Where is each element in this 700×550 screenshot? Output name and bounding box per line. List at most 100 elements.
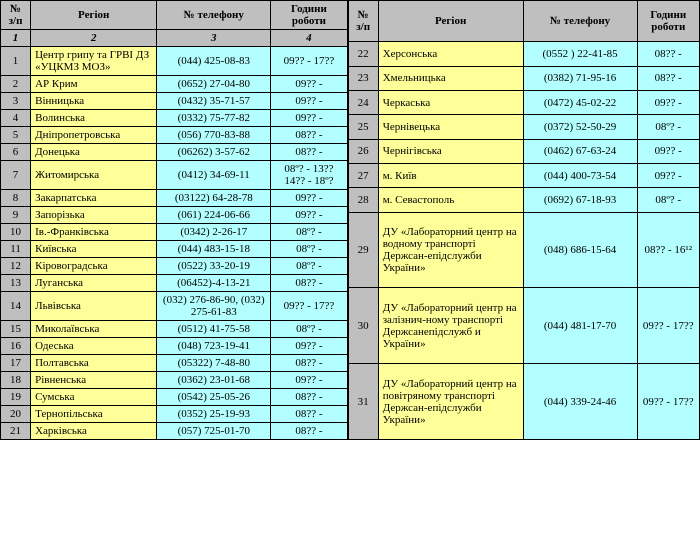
colnum-2: 2 bbox=[31, 30, 157, 47]
row-region: Закарпатська bbox=[31, 190, 157, 207]
row-num: 3 bbox=[1, 93, 31, 110]
hdr-num: № з/п bbox=[348, 1, 378, 42]
row-num: 6 bbox=[1, 144, 31, 161]
row-region: Дніпропетровська bbox=[31, 127, 157, 144]
row-region: Київська bbox=[31, 241, 157, 258]
table-row: 13Луганська(06452)-4-13-2108?? - bbox=[1, 275, 348, 292]
row-phone: (0692) 67-18-93 bbox=[523, 188, 637, 212]
table-row: 8Закарпатська(03122) 64-28-7809?? - bbox=[1, 190, 348, 207]
row-region: Запорізька bbox=[31, 207, 157, 224]
table-row: 1Центр грипу та ГРВІ ДЗ «УЦКМЗ МОЗ»(044)… bbox=[1, 47, 348, 76]
row-hours: 08º? - bbox=[637, 115, 699, 139]
row-phone: (056) 770-83-88 bbox=[157, 127, 271, 144]
table-row: 22Херсонська(0552 ) 22-41-8508?? - bbox=[348, 42, 699, 66]
row-region: ДУ «Лабораторний центр на водному трансп… bbox=[378, 212, 523, 288]
row-hours: 09?? - bbox=[271, 93, 347, 110]
row-phone: (044) 425-08-83 bbox=[157, 47, 271, 76]
row-num: 11 bbox=[1, 241, 31, 258]
row-region: Черкаська bbox=[378, 91, 523, 115]
row-phone: (044) 400-73-54 bbox=[523, 163, 637, 187]
row-num: 10 bbox=[1, 224, 31, 241]
row-num: 29 bbox=[348, 212, 378, 288]
table-row: 16Одеська(048) 723-19-4109?? - bbox=[1, 338, 348, 355]
table-row: 30ДУ «Лабораторний центр на залізнич-ном… bbox=[348, 288, 699, 364]
row-hours: 09?? - 17?? bbox=[637, 364, 699, 440]
table-row: 10Ів.-Франківська(0342) 2-26-1708º? - bbox=[1, 224, 348, 241]
row-region: Ів.-Франківська bbox=[31, 224, 157, 241]
row-region: Волинська bbox=[31, 110, 157, 127]
row-region: Полтавська bbox=[31, 355, 157, 372]
row-hours: 08?? - bbox=[271, 423, 347, 440]
row-phone: (0362) 23-01-68 bbox=[157, 372, 271, 389]
row-phone: (06262) 3-57-62 bbox=[157, 144, 271, 161]
row-region: ДУ «Лабораторний центр на залізнич-ному … bbox=[378, 288, 523, 364]
table-row: 9Запорізька(061) 224-06-6609?? - bbox=[1, 207, 348, 224]
hdr-hours: Години роботи bbox=[271, 1, 347, 30]
row-hours: 09?? - bbox=[271, 338, 347, 355]
page-wrap: № з/п Регіон № телефону Години роботи 1 … bbox=[0, 0, 700, 440]
row-hours: 09?? - bbox=[271, 110, 347, 127]
row-phone: (0432) 35-71-57 bbox=[157, 93, 271, 110]
table-row: 24Черкаська(0472) 45-02-2209?? - bbox=[348, 91, 699, 115]
row-num: 12 bbox=[1, 258, 31, 275]
row-region: Вінницька bbox=[31, 93, 157, 110]
colnum-4: 4 bbox=[271, 30, 347, 47]
row-region: Львівська bbox=[31, 292, 157, 321]
row-num: 24 bbox=[348, 91, 378, 115]
row-phone: (0462) 67-63-24 bbox=[523, 139, 637, 163]
row-hours: 08?? - 16¹² bbox=[637, 212, 699, 288]
row-hours: 08?? - bbox=[271, 144, 347, 161]
row-region: Тернопільська bbox=[31, 406, 157, 423]
row-phone: (0412) 34-69-11 bbox=[157, 161, 271, 190]
row-region: Рівненська bbox=[31, 372, 157, 389]
row-num: 27 bbox=[348, 163, 378, 187]
table-row: 15Миколаївська(0512) 41-75-5808º? - bbox=[1, 321, 348, 338]
row-region: Чернігівська bbox=[378, 139, 523, 163]
row-hours: 08º? - bbox=[271, 224, 347, 241]
row-region: м. Севастополь bbox=[378, 188, 523, 212]
row-region: Центр грипу та ГРВІ ДЗ «УЦКМЗ МОЗ» bbox=[31, 47, 157, 76]
table-row: 31ДУ «Лабораторний центр на повітряному … bbox=[348, 364, 699, 440]
table-row: 19Сумська(0542) 25-05-2608?? - bbox=[1, 389, 348, 406]
row-hours: 09?? - bbox=[637, 139, 699, 163]
row-region: Херсонська bbox=[378, 42, 523, 66]
table-row: 26Чернігівська(0462) 67-63-2409?? - bbox=[348, 139, 699, 163]
row-num: 13 bbox=[1, 275, 31, 292]
row-hours: 08?? - bbox=[637, 66, 699, 90]
row-num: 17 bbox=[1, 355, 31, 372]
table-row: 4Волинська(0332) 75-77-8209?? - bbox=[1, 110, 348, 127]
row-hours: 09?? - 17?? bbox=[271, 292, 347, 321]
row-num: 30 bbox=[348, 288, 378, 364]
row-region: Луганська bbox=[31, 275, 157, 292]
hdr-region: Регіон bbox=[378, 1, 523, 42]
header-row: № з/п Регіон № телефону Години роботи bbox=[1, 1, 348, 30]
row-region: Чернівецька bbox=[378, 115, 523, 139]
row-hours: 08º? - bbox=[271, 241, 347, 258]
row-region: Сумська bbox=[31, 389, 157, 406]
row-phone: (048) 686-15-64 bbox=[523, 212, 637, 288]
row-region: Харківська bbox=[31, 423, 157, 440]
row-phone: (0342) 2-26-17 bbox=[157, 224, 271, 241]
table-row: 14Львівська(032) 276-86-90, (032) 275-61… bbox=[1, 292, 348, 321]
row-num: 22 bbox=[348, 42, 378, 66]
table-row: 2АР Крим(0652) 27-04-8009?? - bbox=[1, 76, 348, 93]
row-num: 14 bbox=[1, 292, 31, 321]
row-region: АР Крим bbox=[31, 76, 157, 93]
row-num: 19 bbox=[1, 389, 31, 406]
row-hours: 08?? - bbox=[271, 389, 347, 406]
row-num: 7 bbox=[1, 161, 31, 190]
table-row: 28м. Севастополь(0692) 67-18-9308º? - bbox=[348, 188, 699, 212]
row-num: 21 bbox=[1, 423, 31, 440]
row-num: 8 bbox=[1, 190, 31, 207]
row-phone: (0552 ) 22-41-85 bbox=[523, 42, 637, 66]
row-num: 31 bbox=[348, 364, 378, 440]
table-row: 12Кіровоградська(0522) 33-20-1908º? - bbox=[1, 258, 348, 275]
table-row: 23Хмельницька(0382) 71-95-1608?? - bbox=[348, 66, 699, 90]
row-phone: (0372) 52-50-29 bbox=[523, 115, 637, 139]
row-num: 1 bbox=[1, 47, 31, 76]
table-row: 18Рівненська(0362) 23-01-6809?? - bbox=[1, 372, 348, 389]
row-hours: 09?? - 17?? bbox=[637, 288, 699, 364]
row-hours: 09?? - bbox=[271, 76, 347, 93]
table-row: 29ДУ «Лабораторний центр на водному тран… bbox=[348, 212, 699, 288]
hdr-num: № з/п bbox=[1, 1, 31, 30]
